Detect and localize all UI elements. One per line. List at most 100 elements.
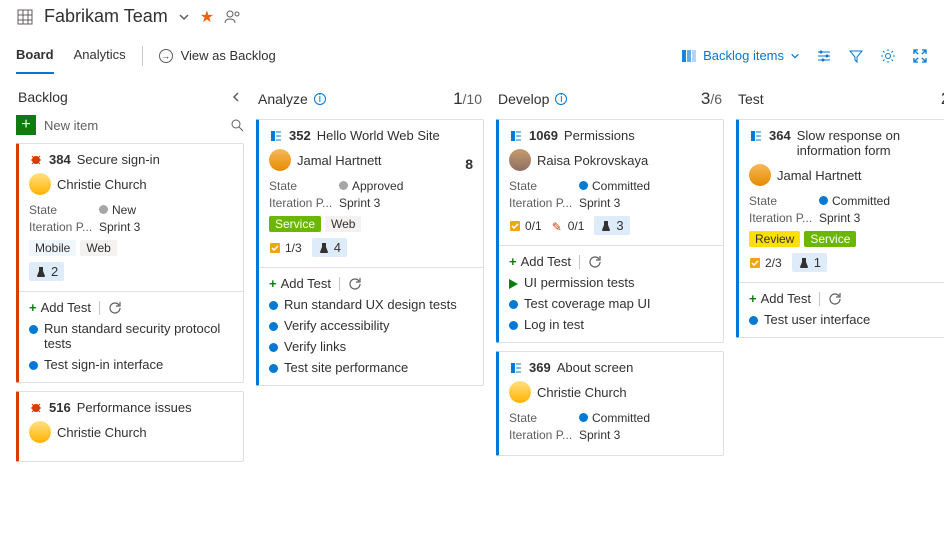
test-title: Test site performance — [284, 360, 408, 375]
column-test: Test2/6364 Slow response on information … — [736, 89, 944, 346]
fullscreen-icon[interactable] — [912, 48, 928, 64]
assignee[interactable]: Jamal Hartnett — [269, 149, 473, 171]
column-analyze: Analyzei1/10352 Hello World Web Site8Jam… — [256, 89, 484, 394]
test-item[interactable]: Verify links — [269, 339, 473, 354]
backlog-level-label: Backlog items — [703, 48, 784, 63]
status-dot-icon — [29, 325, 38, 334]
work-item-id: 352 — [289, 128, 311, 143]
status-dot-icon — [269, 301, 278, 310]
task-counter[interactable]: 2/3 — [749, 256, 782, 270]
column-count: 1/10 — [453, 89, 482, 109]
test-item[interactable]: Log in test — [509, 317, 713, 332]
pbi-icon — [509, 361, 523, 375]
tab-analytics[interactable]: Analytics — [74, 37, 126, 74]
settings-sliders-icon[interactable] — [816, 48, 832, 64]
refresh-icon[interactable] — [588, 255, 602, 269]
work-item-card[interactable]: 364 Slow response on information form8Ja… — [736, 119, 944, 338]
new-item-button[interactable]: + — [16, 115, 36, 135]
work-item-card[interactable]: 369 About screenChristie ChurchStateComm… — [496, 351, 724, 456]
search-icon[interactable] — [230, 118, 244, 132]
assignee-name: Christie Church — [537, 385, 627, 400]
counters: 2/3 1 — [749, 253, 944, 272]
work-item-id: 384 — [49, 152, 71, 167]
tags: ReviewService — [749, 231, 944, 247]
refresh-icon[interactable] — [348, 277, 362, 291]
test-title: Run standard security protocol tests — [44, 321, 233, 351]
status-dot-icon — [269, 343, 278, 352]
pbi-icon — [269, 129, 283, 143]
tag[interactable]: Web — [325, 216, 361, 232]
collapse-chevron-icon[interactable] — [230, 91, 242, 103]
edit-counter[interactable]: ✎0/1 — [552, 219, 585, 233]
chevron-down-icon[interactable] — [178, 11, 190, 23]
test-counter[interactable]: 3 — [594, 216, 629, 235]
add-test-button[interactable]: + Add Test — [509, 254, 571, 269]
refresh-icon[interactable] — [828, 292, 842, 306]
test-item[interactable]: Verify accessibility — [269, 318, 473, 333]
test-counter[interactable]: 2 — [29, 262, 64, 281]
test-item[interactable]: Run standard UX design tests — [269, 297, 473, 312]
refresh-icon[interactable] — [108, 301, 122, 315]
info-icon[interactable]: i — [314, 93, 326, 105]
test-counter[interactable]: 1 — [792, 253, 827, 272]
info-icon[interactable]: i — [555, 93, 567, 105]
work-item-id: 516 — [49, 400, 71, 415]
task-counter[interactable]: 1/3 — [269, 241, 302, 255]
test-item[interactable]: Test user interface — [749, 312, 944, 327]
divider — [99, 301, 100, 315]
work-item-card[interactable]: 516 Performance issuesChristie Church — [16, 391, 244, 462]
counters: 1/3 4 — [269, 238, 473, 257]
test-item[interactable]: UI permission tests — [509, 275, 713, 290]
test-item[interactable]: Test sign-in interface — [29, 357, 233, 372]
avatar — [29, 421, 51, 443]
tag[interactable]: Service — [804, 231, 856, 247]
test-title: Test user interface — [764, 312, 870, 327]
favorite-star-icon[interactable]: ★ — [200, 7, 214, 27]
team-members-icon[interactable] — [224, 9, 242, 25]
work-item-title: About screen — [557, 360, 713, 375]
assignee[interactable]: Christie Church — [29, 421, 233, 443]
work-item-card[interactable]: 384 Secure sign-inChristie ChurchStateNe… — [16, 143, 244, 383]
assignee[interactable]: Raisa Pokrovskaya — [509, 149, 713, 171]
add-test-button[interactable]: + Add Test — [269, 276, 331, 291]
work-item-card[interactable]: 1069 PermissionsRaisa PokrovskayaStateCo… — [496, 119, 724, 343]
new-item-label[interactable]: New item — [44, 118, 222, 133]
task-counter[interactable]: 0/1 — [509, 219, 542, 233]
view-as-backlog-button[interactable]: → View as Backlog — [159, 48, 276, 63]
state-value: Committed — [579, 411, 650, 425]
board-toolbar: Board Analytics → View as Backlog Backlo… — [0, 37, 944, 75]
column-title: Develop — [498, 91, 549, 107]
add-test-row: + Add Test — [509, 254, 713, 269]
test-counter[interactable]: 4 — [312, 238, 347, 257]
add-test-button[interactable]: + Add Test — [29, 300, 91, 315]
add-test-button[interactable]: + Add Test — [749, 291, 811, 306]
field-label: Iteration P... — [509, 196, 573, 210]
assignee-name: Raisa Pokrovskaya — [537, 153, 648, 168]
tab-board[interactable]: Board — [16, 37, 54, 74]
work-item-id: 1069 — [529, 128, 558, 143]
backlog-level-selector[interactable]: Backlog items — [681, 48, 800, 64]
assignee[interactable]: Christie Church — [29, 173, 233, 195]
test-item[interactable]: Test coverage map UI — [509, 296, 713, 311]
pbi-icon — [509, 129, 523, 143]
column-title: Backlog — [18, 89, 68, 105]
assignee[interactable]: Christie Church — [509, 381, 713, 403]
test-item[interactable]: Test site performance — [269, 360, 473, 375]
status-dot-icon — [749, 316, 758, 325]
divider — [19, 291, 243, 292]
team-title[interactable]: Fabrikam Team — [44, 6, 168, 27]
gear-icon[interactable] — [880, 48, 896, 64]
work-item-id: 364 — [769, 128, 791, 143]
work-item-card[interactable]: 352 Hello World Web Site8Jamal HartnettS… — [256, 119, 484, 386]
filter-icon[interactable] — [848, 48, 864, 64]
assignee[interactable]: Jamal Hartnett — [749, 164, 944, 186]
tag[interactable]: Web — [80, 240, 116, 256]
new-item-row: + New item — [16, 115, 244, 135]
iteration-value: Sprint 3 — [339, 196, 380, 210]
tag[interactable]: Mobile — [29, 240, 76, 256]
field-label: Iteration P... — [269, 196, 333, 210]
tag[interactable]: Service — [269, 216, 321, 232]
divider — [499, 245, 723, 246]
test-item[interactable]: Run standard security protocol tests — [29, 321, 233, 351]
tag[interactable]: Review — [749, 231, 800, 247]
